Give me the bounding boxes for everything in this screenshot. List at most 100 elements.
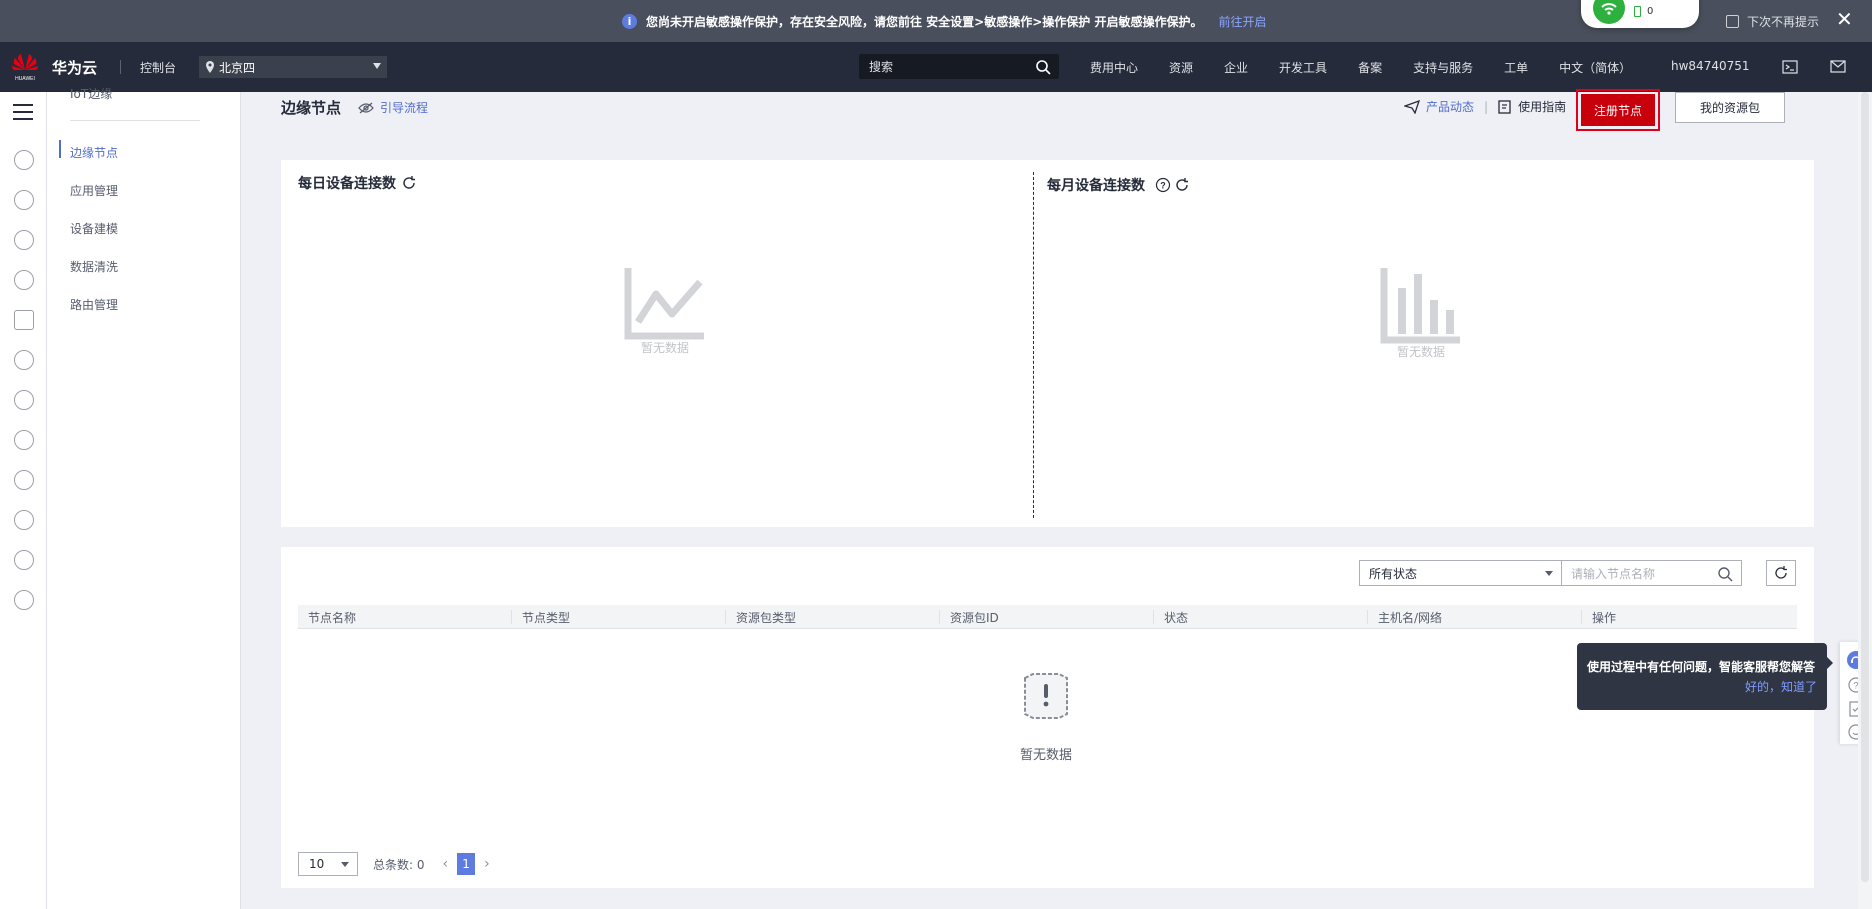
nav-link-icp[interactable]: 备案 xyxy=(1358,59,1382,76)
sidebar-item-route-management[interactable]: 路由管理 xyxy=(70,296,118,313)
next-page-icon[interactable]: › xyxy=(484,856,490,872)
search-placeholder: 搜索 xyxy=(869,60,894,74)
network-widget[interactable]: 0 xyxy=(1581,0,1699,28)
guide-flow-link[interactable]: 引导流程 xyxy=(358,99,428,116)
eye-off-icon xyxy=(358,102,374,113)
chevron-down-icon xyxy=(341,862,349,867)
sidebar-item-app-management[interactable]: 应用管理 xyxy=(70,182,118,199)
nav-link-billing[interactable]: 费用中心 xyxy=(1090,59,1138,76)
node-name-placeholder: 请输入节点名称 xyxy=(1571,566,1656,581)
chevron-down-icon xyxy=(373,63,381,69)
sub-nav-divider xyxy=(70,120,200,121)
prev-page-icon[interactable]: ‹ xyxy=(443,856,449,872)
chart-divider xyxy=(1033,172,1034,518)
cloud-service-icon[interactable] xyxy=(14,350,34,370)
dont-show-again-label: 下次不再提示 xyxy=(1747,15,1820,29)
refresh-icon[interactable] xyxy=(1175,178,1189,192)
nav-divider xyxy=(120,60,121,74)
scrollbar-thumb[interactable] xyxy=(1861,92,1869,882)
monthly-chart-empty: 暂无数据 xyxy=(1376,266,1466,360)
cloud-service-icon[interactable] xyxy=(14,150,34,170)
page-size-value: 10 xyxy=(309,857,325,871)
monthly-connections-title: 每月设备连接数 ? xyxy=(1047,175,1189,195)
dont-show-again-checkbox[interactable] xyxy=(1726,15,1739,28)
nav-link-tickets[interactable]: 工单 xyxy=(1504,59,1528,76)
nav-link-language[interactable]: 中文（简体） xyxy=(1559,59,1631,76)
status-filter-select[interactable]: 所有状态 xyxy=(1359,560,1561,586)
user-account[interactable]: hw84740751 xyxy=(1671,59,1750,73)
device-icon[interactable] xyxy=(14,310,34,330)
pagination: 10 总条数: 0 ‹ 1 › xyxy=(298,852,490,876)
nav-link-resources[interactable]: 资源 xyxy=(1169,59,1193,76)
nav-link-enterprise[interactable]: 企业 xyxy=(1224,59,1248,76)
logo-text: HUAWEI xyxy=(15,76,35,82)
location-pin-icon xyxy=(206,61,214,73)
smart-assistant-tooltip: 使用过程中有任何问题，智能客服帮您解答 好的，知道了 xyxy=(1577,643,1833,710)
dont-show-again[interactable]: 下次不再提示 xyxy=(1726,13,1819,30)
brand-name[interactable]: 华为云 xyxy=(52,57,97,78)
menu-icon[interactable] xyxy=(13,104,33,125)
guide-book-icon xyxy=(1498,99,1511,114)
svg-text:?: ? xyxy=(1160,181,1166,191)
console-link[interactable]: 控制台 xyxy=(140,59,176,76)
enable-protection-link[interactable]: 前往开启 xyxy=(1218,13,1266,30)
globe-icon[interactable] xyxy=(14,590,34,610)
bar-chart-placeholder-icon xyxy=(1380,268,1460,344)
notice-message: i 您尚未开启敏感操作保护，存在安全风险，请您前往 安全设置>敏感操作>操作保护… xyxy=(622,13,1267,30)
sub-navigation: IoT边缘 边缘节点 应用管理 设备建模 数据清洗 路由管理 xyxy=(47,87,241,909)
page-size-select[interactable]: 10 xyxy=(298,852,358,876)
connection-charts-card: 每日设备连接数 每月设备连接数 ? 暂无数据 暂无数据 xyxy=(281,160,1814,527)
region-selector[interactable]: 北京四 xyxy=(199,56,387,78)
search-icon[interactable] xyxy=(1035,59,1051,75)
node-name-search-input[interactable]: 请输入节点名称 xyxy=(1561,560,1742,586)
chevron-down-icon xyxy=(1545,571,1553,576)
column-header-status[interactable]: 状态 xyxy=(1154,605,1368,629)
column-header-node-type[interactable]: 节点类型 xyxy=(512,605,726,629)
send-icon xyxy=(1404,99,1420,114)
tooltip-text: 使用过程中有任何问题，智能客服帮您解答 xyxy=(1587,660,1816,674)
product-news-label: 产品动态 xyxy=(1426,100,1475,114)
sidebar-item-device-modeling[interactable]: 设备建模 xyxy=(70,220,118,237)
cloud-service-icon[interactable] xyxy=(14,390,34,410)
mail-icon[interactable] xyxy=(1830,60,1846,73)
help-icon[interactable]: ? xyxy=(1155,177,1171,193)
page-number-current[interactable]: 1 xyxy=(457,853,476,875)
ip-icon[interactable] xyxy=(14,510,34,530)
search-icon[interactable] xyxy=(1717,566,1733,582)
close-icon[interactable]: ✕ xyxy=(1836,9,1853,29)
edge-node-table-card: 所有状态 请输入节点名称 节点名称 节点类型 资源包类型 资源包ID 状态 主机… xyxy=(281,547,1814,888)
cloud-shell-icon[interactable] xyxy=(1782,60,1798,74)
sidebar-item-edge-nodes[interactable]: 边缘节点 xyxy=(70,144,118,161)
active-indicator xyxy=(59,140,61,158)
page-scrollbar[interactable] xyxy=(1858,92,1872,909)
nav-link-dev-tools[interactable]: 开发工具 xyxy=(1279,59,1327,76)
monthly-empty-text: 暂无数据 xyxy=(1396,345,1445,359)
cloud-service-icon[interactable] xyxy=(14,550,34,570)
sidebar-item-data-cleaning[interactable]: 数据清洗 xyxy=(70,258,118,275)
service-group-title: IoT边缘 xyxy=(70,87,113,101)
user-guide-link[interactable]: 使用指南 xyxy=(1498,98,1566,115)
global-search-input[interactable]: 搜索 xyxy=(859,54,1059,79)
tooltip-dismiss-link[interactable]: 好的，知道了 xyxy=(1587,678,1817,695)
table-header: 节点名称 节点类型 资源包类型 资源包ID 状态 主机名/网络 操作 xyxy=(298,605,1797,629)
daily-connections-title: 每日设备连接数 xyxy=(298,173,416,193)
product-news-link[interactable]: 产品动态 xyxy=(1404,98,1474,115)
refresh-icon[interactable] xyxy=(402,176,416,190)
cloud-service-icon[interactable] xyxy=(14,470,34,490)
table-refresh-button[interactable] xyxy=(1766,560,1796,586)
cloud-service-icon[interactable] xyxy=(14,190,34,210)
column-header-node-name[interactable]: 节点名称 xyxy=(298,605,512,629)
cloud-service-icon[interactable] xyxy=(14,270,34,290)
network-count: 0 xyxy=(1647,6,1654,17)
column-header-package-id[interactable]: 资源包ID xyxy=(940,605,1154,629)
cloud-service-icon[interactable] xyxy=(14,230,34,250)
nav-link-support[interactable]: 支持与服务 xyxy=(1413,59,1473,76)
huawei-logo-icon[interactable]: HUAWEI xyxy=(10,50,40,82)
column-header-host-network[interactable]: 主机名/网络 xyxy=(1368,605,1582,629)
my-resource-packages-button[interactable]: 我的资源包 xyxy=(1675,92,1785,123)
cloud-service-icon[interactable] xyxy=(14,430,34,450)
table-empty-state: 暂无数据 xyxy=(971,670,1121,763)
register-node-button[interactable]: 注册节点 xyxy=(1576,89,1660,131)
column-header-package-type[interactable]: 资源包类型 xyxy=(726,605,940,629)
refresh-icon xyxy=(1775,566,1787,579)
